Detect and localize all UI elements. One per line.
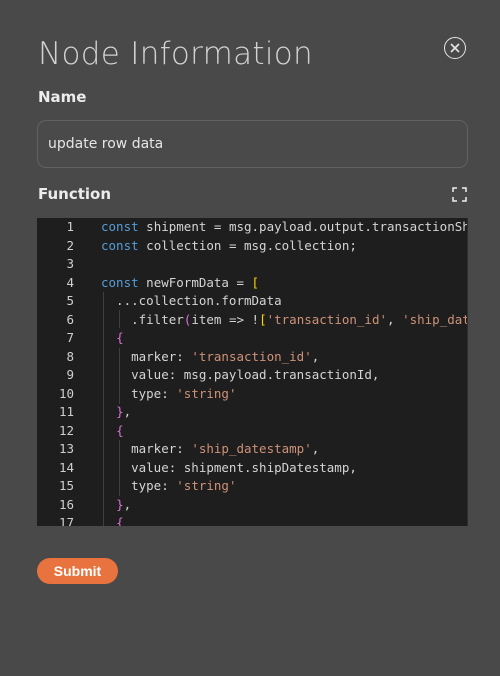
code-line: 7 { <box>37 329 468 348</box>
code-text: type: 'string' <box>101 478 237 493</box>
line-number: 15 <box>58 478 74 493</box>
line-number: 5 <box>66 293 74 308</box>
code-line: 8 marker: 'transaction_id', <box>37 348 468 367</box>
code-text: marker: 'transaction_id', <box>101 348 320 364</box>
code-text: value: shipment.shipDatestamp, <box>101 459 357 475</box>
line-number: 3 <box>66 256 74 271</box>
code-text: const newFormData = [ <box>101 274 260 290</box>
function-label: Function <box>38 185 112 203</box>
code-line: 13 marker: 'ship_datestamp', <box>37 440 468 459</box>
code-line: 16 }, <box>37 496 468 515</box>
code-line: 15 type: 'string' <box>37 477 468 496</box>
line-number: 8 <box>66 348 74 364</box>
line-number: 9 <box>66 367 74 382</box>
line-number: 16 <box>58 496 74 512</box>
page-title: Node Information <box>38 36 314 72</box>
code-text: type: 'string' <box>101 385 237 401</box>
code-text: { <box>116 422 124 438</box>
code-text: marker: 'ship_datestamp', <box>101 441 320 456</box>
line-number: 1 <box>66 219 74 234</box>
code-line: 1 const shipment = msg.payload.output.tra… <box>37 218 468 237</box>
code-text: }, <box>116 496 132 512</box>
code-line: 6 .filter(item => !['transaction_id', 's… <box>37 311 468 330</box>
code-line: 11 }, <box>37 403 468 422</box>
close-icon[interactable] <box>444 37 466 59</box>
line-number: 7 <box>66 330 74 345</box>
line-number: 6 <box>66 311 74 327</box>
submit-button[interactable]: Submit <box>37 558 118 584</box>
code-line: 2 const collection = msg.collection; <box>37 237 468 256</box>
fullscreen-icon[interactable] <box>452 187 467 202</box>
line-number: 12 <box>58 422 74 438</box>
code-text: const shipment = msg.payload.output.tran… <box>101 219 468 234</box>
close-x-glyph <box>450 43 460 53</box>
name-label: Name <box>38 88 87 106</box>
code-line: 5 ...collection.formData <box>37 292 468 311</box>
line-number: 17 <box>58 515 74 526</box>
line-number: 4 <box>66 274 74 290</box>
code-editor[interactable]: 1 const shipment = msg.payload.output.tra… <box>37 218 468 526</box>
code-text: const collection = msg.collection; <box>101 237 357 253</box>
editor-scrollbar[interactable] <box>467 218 468 526</box>
code-text: }, <box>116 404 132 419</box>
line-number: 10 <box>58 385 74 401</box>
code-line: 12 { <box>37 422 468 441</box>
line-number: 11 <box>58 404 74 419</box>
line-number: 14 <box>58 459 74 475</box>
code-line: 10 type: 'string' <box>37 385 468 404</box>
line-number: 13 <box>58 441 74 456</box>
code-line: 3 <box>37 255 468 274</box>
line-number: 2 <box>66 237 74 253</box>
code-line: 14 value: shipment.shipDatestamp, <box>37 459 468 478</box>
code-text: ...collection.formData <box>101 293 282 308</box>
code-line: 9 value: msg.payload.transactionId, <box>37 366 468 385</box>
code-line: 4 const newFormData = [ <box>37 274 468 293</box>
code-text: { <box>116 330 124 345</box>
code-line: 17 { <box>37 514 468 526</box>
code-text: value: msg.payload.transactionId, <box>101 367 380 382</box>
code-text: .filter(item => !['transaction_id', 'shi… <box>101 311 468 327</box>
code-text: { <box>116 515 124 526</box>
name-input[interactable] <box>37 120 468 168</box>
